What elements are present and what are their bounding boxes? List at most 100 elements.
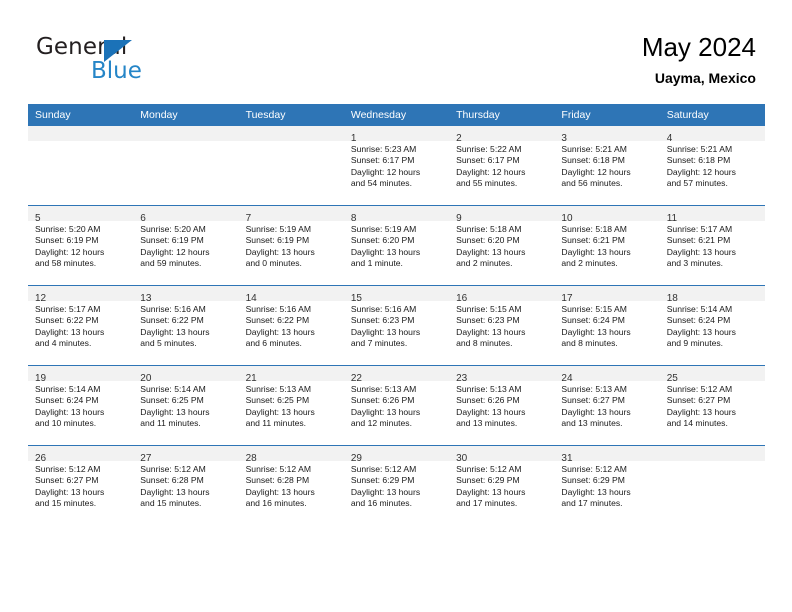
calendar-day-cell[interactable]: 4 Sunrise: 5:21 AM Sunset: 6:18 PM Daylight… [659, 126, 765, 206]
calendar-day-cell[interactable]: 19 Sunrise: 5:14 AM Sunset: 6:24 PM Dayligh… [28, 365, 134, 446]
calendar-day-cell[interactable]: 6 Sunrise: 5:20 AM Sunset: 6:19 PM Daylight… [133, 205, 239, 286]
day-cell-inner: 19 Sunrise: 5:14 AM Sunset: 6:24 PM Dayligh… [28, 366, 134, 445]
daylight-text-line1: Daylight: 13 hours [35, 486, 105, 497]
day-number-strip: 7 [238, 206, 344, 224]
day-number-strip: 16 [449, 286, 555, 304]
daylight-text-line1: Daylight: 13 hours [456, 486, 526, 497]
day-number: 4 [666, 133, 673, 144]
calendar-body: 1 Sunrise: 5:23 AM Sunset: 6:17 PM Daylight… [28, 126, 765, 525]
calendar-day-cell[interactable]: 21 Sunrise: 5:13 AM Sunset: 6:25 PM Dayligh… [238, 365, 344, 446]
page-subtitle-location: Uayma, Mexico [654, 70, 756, 86]
day-number: 23 [456, 373, 468, 384]
calendar-day-cell[interactable]: 9 Sunrise: 5:18 AM Sunset: 6:20 PM Daylight… [449, 205, 555, 286]
day-number-strip: 3 [554, 126, 660, 144]
sunrise-text: Sunrise: 5:13 AM [561, 384, 627, 394]
calendar-day-cell[interactable]: 25 Sunrise: 5:12 AM Sunset: 6:27 PM Dayligh… [659, 365, 765, 446]
sunrise-text: Sunrise: 5:14 AM [35, 384, 101, 394]
calendar-day-cell[interactable]: 18 Sunrise: 5:14 AM Sunset: 6:24 PM Dayligh… [659, 285, 765, 366]
day-number: 7 [245, 213, 252, 224]
day-sun-info: Sunrise: 5:23 AM Sunset: 6:17 PM Daylight:… [344, 141, 449, 189]
calendar-day-cell[interactable]: 12 Sunrise: 5:17 AM Sunset: 6:22 PM Dayligh… [28, 285, 134, 366]
calendar-day-cell[interactable]: 20 Sunrise: 5:14 AM Sunset: 6:25 PM Dayligh… [133, 365, 239, 446]
sunset-text: Sunset: 6:24 PM [666, 315, 731, 326]
sunset-text: Sunset: 6:22 PM [245, 315, 310, 326]
daylight-text-line1: Daylight: 12 hours [35, 246, 105, 257]
day-cell-inner: 4 Sunrise: 5:21 AM Sunset: 6:18 PM Daylight… [659, 126, 765, 205]
calendar-day-cell[interactable]: 31 Sunrise: 5:12 AM Sunset: 6:29 PM Dayligh… [554, 445, 660, 525]
calendar-day-cell[interactable]: 5 Sunrise: 5:20 AM Sunset: 6:19 PM Daylight… [28, 205, 134, 286]
day-number: 21 [245, 373, 257, 384]
day-number-strip: 10 [554, 206, 660, 224]
sunset-text: Sunset: 6:21 PM [561, 235, 625, 246]
day-number: 29 [350, 453, 362, 464]
sunrise-text: Sunrise: 5:19 AM [350, 224, 417, 234]
day-number: 13 [140, 293, 152, 304]
day-cell-inner: 13 Sunrise: 5:16 AM Sunset: 6:22 PM Dayligh… [133, 286, 239, 365]
calendar-day-cell[interactable]: 16 Sunrise: 5:15 AM Sunset: 6:23 PM Dayligh… [449, 285, 555, 366]
day-cell-inner: 22 Sunrise: 5:13 AM Sunset: 6:26 PM Dayligh… [343, 366, 450, 445]
calendar-day-cell[interactable]: 29 Sunrise: 5:12 AM Sunset: 6:29 PM Dayligh… [343, 445, 450, 525]
day-number: 16 [456, 293, 468, 304]
day-number-strip: 4 [659, 126, 765, 144]
day-cell-inner [133, 126, 239, 205]
general-blue-logo[interactable]: General Blue [36, 34, 236, 90]
sunset-text: Sunset: 6:20 PM [456, 235, 520, 246]
sunset-text: Sunset: 6:26 PM [350, 395, 415, 406]
calendar-day-cell[interactable]: 30 Sunrise: 5:12 AM Sunset: 6:29 PM Dayligh… [449, 445, 555, 525]
weekday-header-sunday: Sunday [28, 104, 134, 126]
sunset-text: Sunset: 6:27 PM [666, 395, 731, 406]
daylight-text-line1: Daylight: 13 hours [456, 406, 526, 417]
day-sun-info: Sunrise: 5:17 AM Sunset: 6:21 PM Daylight:… [660, 221, 765, 269]
calendar-day-cell[interactable]: 27 Sunrise: 5:12 AM Sunset: 6:28 PM Dayligh… [133, 445, 239, 525]
daylight-text-line2: and 8 minutes. [561, 337, 618, 348]
daylight-text-line2: and 13 minutes. [456, 417, 518, 428]
calendar-day-cell[interactable]: 28 Sunrise: 5:12 AM Sunset: 6:28 PM Dayligh… [238, 445, 344, 525]
day-sun-info: Sunrise: 5:13 AM Sunset: 6:26 PM Daylight:… [449, 381, 554, 429]
day-number-strip: 23 [449, 366, 555, 384]
sunrise-text: Sunrise: 5:22 AM [456, 144, 522, 154]
daylight-text-line1: Daylight: 13 hours [140, 486, 210, 497]
daylight-text-line1: Daylight: 13 hours [561, 246, 631, 257]
calendar-day-cell[interactable]: 22 Sunrise: 5:13 AM Sunset: 6:26 PM Dayligh… [343, 365, 450, 446]
daylight-text-line2: and 59 minutes. [140, 257, 202, 268]
calendar-day-cell[interactable]: 23 Sunrise: 5:13 AM Sunset: 6:26 PM Dayligh… [449, 365, 555, 446]
calendar-day-cell[interactable]: 8 Sunrise: 5:19 AM Sunset: 6:20 PM Daylight… [343, 205, 450, 286]
day-number-strip: 26 [28, 446, 134, 464]
daylight-text-line1: Daylight: 12 hours [350, 166, 421, 177]
logo-text-blue: Blue [91, 58, 142, 84]
page-title: May 2024 [641, 32, 756, 62]
day-sun-info: Sunrise: 5:13 AM Sunset: 6:25 PM Daylight:… [239, 381, 344, 429]
calendar-day-cell[interactable]: 24 Sunrise: 5:13 AM Sunset: 6:27 PM Dayligh… [554, 365, 660, 446]
calendar-week-row: 12 Sunrise: 5:17 AM Sunset: 6:22 PM Dayligh… [28, 285, 765, 366]
day-number-strip: 11 [659, 206, 765, 224]
calendar-day-cell[interactable]: 3 Sunrise: 5:21 AM Sunset: 6:18 PM Daylight… [554, 126, 660, 206]
calendar-day-cell[interactable]: 2 Sunrise: 5:22 AM Sunset: 6:17 PM Daylight… [449, 126, 555, 206]
calendar-day-cell[interactable]: 10 Sunrise: 5:18 AM Sunset: 6:21 PM Dayligh… [554, 205, 660, 286]
day-sun-info: Sunrise: 5:13 AM Sunset: 6:27 PM Daylight:… [554, 381, 659, 429]
calendar-day-cell[interactable]: 17 Sunrise: 5:15 AM Sunset: 6:24 PM Dayligh… [554, 285, 660, 366]
calendar-day-cell[interactable]: 14 Sunrise: 5:16 AM Sunset: 6:22 PM Dayligh… [238, 285, 344, 366]
title-block: May 2024 Uayma, Mexico [642, 30, 756, 89]
day-number: 30 [456, 453, 468, 464]
calendar-day-cell[interactable]: 26 Sunrise: 5:12 AM Sunset: 6:27 PM Dayligh… [28, 445, 134, 525]
day-cell-inner: 28 Sunrise: 5:12 AM Sunset: 6:28 PM Dayligh… [238, 446, 344, 525]
day-number: 6 [140, 213, 146, 224]
day-cell-inner: 21 Sunrise: 5:13 AM Sunset: 6:25 PM Dayligh… [238, 366, 344, 445]
calendar-day-cell[interactable]: 15 Sunrise: 5:16 AM Sunset: 6:23 PM Dayligh… [343, 285, 450, 366]
day-cell-inner: 6 Sunrise: 5:20 AM Sunset: 6:19 PM Daylight… [133, 206, 239, 285]
calendar-day-cell[interactable]: 13 Sunrise: 5:16 AM Sunset: 6:22 PM Dayligh… [133, 285, 239, 366]
sunrise-text: Sunrise: 5:23 AM [350, 144, 417, 154]
day-cell-inner: 31 Sunrise: 5:12 AM Sunset: 6:29 PM Dayligh… [554, 446, 660, 525]
sunset-text: Sunset: 6:19 PM [140, 235, 204, 246]
day-number: 27 [140, 453, 152, 464]
day-number: 25 [666, 373, 678, 384]
daylight-text-line2: and 17 minutes. [456, 497, 518, 508]
calendar-day-cell[interactable]: 11 Sunrise: 5:17 AM Sunset: 6:21 PM Dayligh… [659, 205, 765, 286]
day-number: 17 [561, 293, 573, 304]
day-cell-inner: 26 Sunrise: 5:12 AM Sunset: 6:27 PM Dayligh… [28, 446, 134, 525]
daylight-text-line1: Daylight: 13 hours [350, 246, 421, 257]
calendar-day-cell[interactable]: 7 Sunrise: 5:19 AM Sunset: 6:19 PM Daylight… [238, 205, 344, 286]
day-cell-inner: 29 Sunrise: 5:12 AM Sunset: 6:29 PM Dayligh… [343, 446, 450, 525]
calendar-day-cell-empty [238, 126, 344, 206]
calendar-day-cell[interactable]: 1 Sunrise: 5:23 AM Sunset: 6:17 PM Daylight… [343, 126, 450, 206]
